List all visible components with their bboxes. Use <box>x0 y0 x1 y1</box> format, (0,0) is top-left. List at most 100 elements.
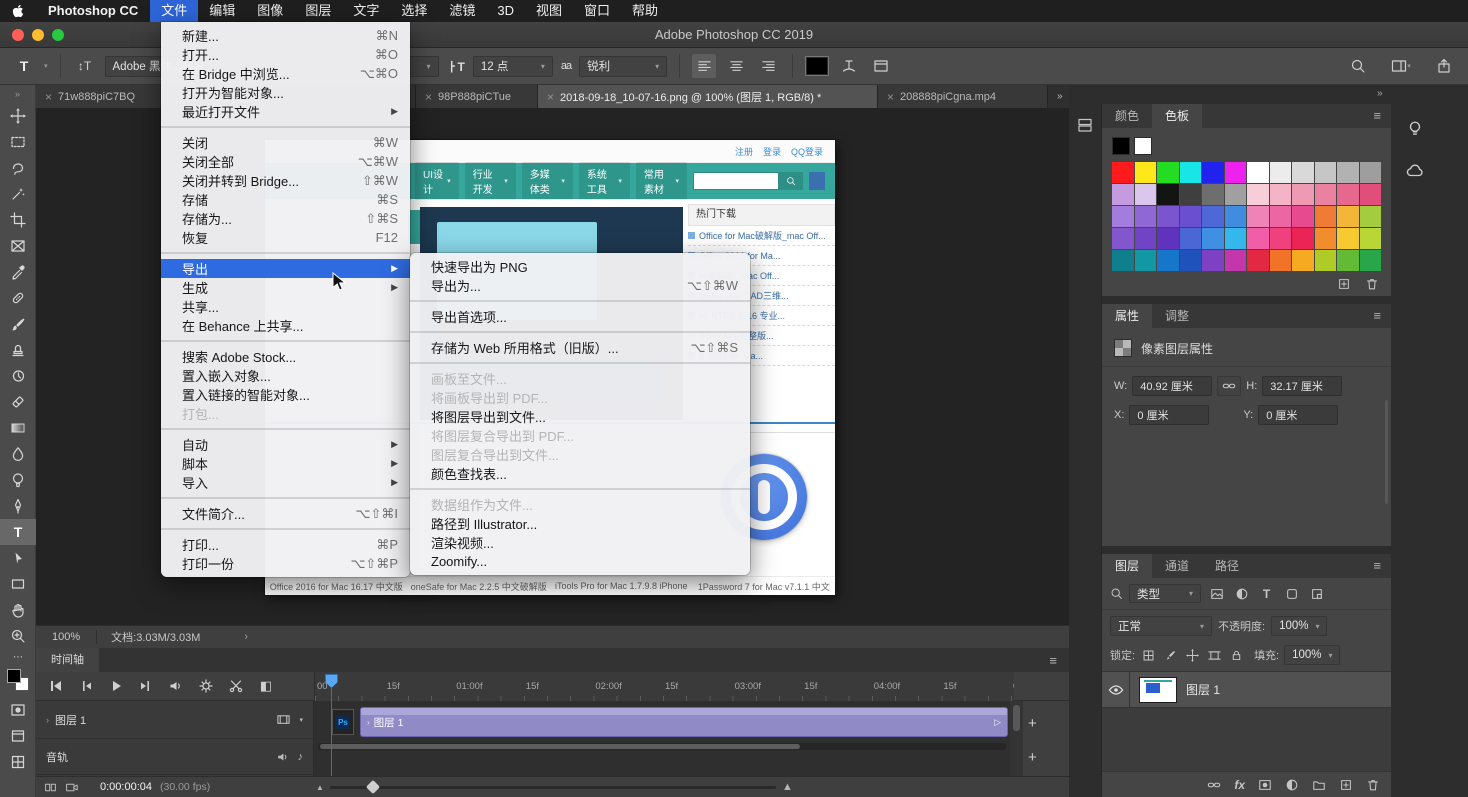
panel-menu-icon[interactable]: ≡ <box>1363 304 1391 328</box>
play-button[interactable] <box>106 676 126 696</box>
menu-item[interactable] <box>410 331 750 333</box>
color-swatch[interactable] <box>1157 162 1179 183</box>
menu-item[interactable] <box>410 488 750 490</box>
new-layer-icon[interactable] <box>1339 778 1353 792</box>
apple-logo-icon[interactable] <box>0 4 36 18</box>
menu-item[interactable]: 打开... ⌘O <box>161 45 410 64</box>
add-audio-button[interactable]: + <box>1028 749 1037 766</box>
menu-item[interactable]: 打印... ⌘P <box>161 535 410 554</box>
color-swatch[interactable] <box>1292 162 1314 183</box>
toggle-panels-button[interactable] <box>869 54 893 78</box>
menu-item[interactable]: 存储为 Web 所用格式（旧版）... ⌥⇧⌘S <box>410 338 750 357</box>
menu-item[interactable]: 打印一份 ⌥⇧⌘P <box>161 554 410 573</box>
zoom-out-thumbnails-icon[interactable]: ▲ <box>316 783 324 792</box>
color-swatch[interactable] <box>1157 206 1179 227</box>
zoom-in-thumbnails-icon[interactable]: ▲ <box>782 781 793 793</box>
menu-item[interactable]: 脚本 ▶ <box>161 454 410 473</box>
edit-toolbar-icon[interactable]: ⋯ <box>0 649 36 665</box>
blur-tool[interactable] <box>0 441 36 467</box>
menu-item[interactable]: 在 Bridge 中浏览... ⌥⌘O <box>161 64 410 83</box>
color-swatch[interactable] <box>1112 184 1134 205</box>
timeline-zoom-slider[interactable] <box>330 786 776 789</box>
go-to-first-frame-button[interactable] <box>46 676 66 696</box>
color-swatch[interactable] <box>1157 184 1179 205</box>
tab-timeline[interactable]: 时间轴 <box>36 648 99 672</box>
warp-text-button[interactable] <box>837 54 861 78</box>
tab-paths[interactable]: 路径 <box>1202 554 1252 578</box>
x-field[interactable]: 0 厘米 <box>1129 405 1209 425</box>
timeline-lanes[interactable]: Ps › 图层 1 ▷ <box>314 701 1010 776</box>
menubar-item[interactable]: 编辑 <box>198 0 246 22</box>
menu-item[interactable]: 恢复 F12 <box>161 228 410 247</box>
menubar-item[interactable]: 3D <box>486 0 525 22</box>
lasso-tool[interactable] <box>0 155 36 181</box>
font-size-select[interactable]: 12 点▾ <box>473 56 553 77</box>
lock-image-pixels-icon[interactable] <box>1162 647 1179 664</box>
y-field[interactable]: 0 厘米 <box>1258 405 1338 425</box>
quick-mask-mode-button[interactable] <box>0 697 36 723</box>
color-swatch[interactable] <box>1247 206 1269 227</box>
menu-item[interactable]: 存储 ⌘S <box>161 190 410 209</box>
color-swatch[interactable] <box>1247 228 1269 249</box>
timeline-ruler[interactable]: 0015f01:00f15f02:00f15f03:00f15f04:00f15… <box>314 672 1014 701</box>
tab-adjustments[interactable]: 调整 <box>1152 304 1202 328</box>
menu-item[interactable]: 导入 ▶ <box>161 473 410 492</box>
color-swatch[interactable] <box>1247 162 1269 183</box>
menu-item[interactable]: 导出 ▶ <box>161 259 410 278</box>
menu-item[interactable]: 导出为... ⌥⇧⌘W <box>410 276 750 295</box>
color-swatch[interactable] <box>1270 162 1292 183</box>
color-swatch[interactable] <box>1337 184 1359 205</box>
zoom-level[interactable]: 100% <box>36 631 96 643</box>
align-center-button[interactable] <box>724 54 748 78</box>
anti-alias-select[interactable]: 锐利▾ <box>579 56 667 77</box>
horizontal-type-tool[interactable]: T <box>0 519 36 545</box>
menubar-item[interactable]: 文字 <box>342 0 390 22</box>
panel-menu-icon[interactable]: ≡ <box>1037 653 1069 668</box>
align-right-button[interactable] <box>756 54 780 78</box>
magic-wand-tool[interactable] <box>0 181 36 207</box>
filter-adjustment-layers-icon[interactable] <box>1232 584 1251 603</box>
frame-animation-icon[interactable] <box>44 781 57 794</box>
menu-item[interactable]: 将图层复合导出到 PDF... <box>410 426 750 445</box>
spot-healing-brush-tool[interactable] <box>0 285 36 311</box>
menu-item[interactable]: 关闭 ⌘W <box>161 133 410 152</box>
color-swatch[interactable] <box>1202 162 1224 183</box>
dodge-tool[interactable] <box>0 467 36 493</box>
learn-lightbulb-icon[interactable] <box>1395 112 1435 146</box>
delete-swatch-trash-icon[interactable] <box>1365 277 1379 291</box>
render-video-icon[interactable] <box>65 781 78 794</box>
color-swatch[interactable] <box>1360 250 1382 271</box>
color-swatch[interactable] <box>1135 184 1157 205</box>
menu-item[interactable]: 生成 ▶ <box>161 278 410 297</box>
lock-all-icon[interactable] <box>1228 647 1245 664</box>
menubar-item[interactable]: 图像 <box>246 0 294 22</box>
menu-item[interactable]: 最近打开文件 ▶ <box>161 102 410 121</box>
add-media-button[interactable]: + <box>1028 715 1037 732</box>
menu-item[interactable] <box>161 252 410 254</box>
recent-color-swatch[interactable] <box>1112 137 1130 155</box>
close-tab-icon[interactable]: × <box>45 90 52 104</box>
frame-tool[interactable] <box>0 233 36 259</box>
pen-tool[interactable] <box>0 493 36 519</box>
filter-type-layers-icon[interactable]: T <box>1257 584 1276 603</box>
color-swatch[interactable] <box>1315 206 1337 227</box>
color-swatch[interactable] <box>1180 162 1202 183</box>
color-swatch[interactable] <box>1157 250 1179 271</box>
menu-item[interactable]: 快速导出为 PNG <box>410 257 750 276</box>
layer-row[interactable]: 图层 1 <box>1102 672 1391 708</box>
eraser-tool[interactable] <box>0 389 36 415</box>
color-swatch[interactable] <box>1135 206 1157 227</box>
clone-stamp-tool[interactable] <box>0 337 36 363</box>
previous-frame-button[interactable] <box>76 676 96 696</box>
menu-item[interactable]: 打开为智能对象... <box>161 83 410 102</box>
color-swatch[interactable] <box>1247 250 1269 271</box>
color-swatch[interactable] <box>1112 228 1134 249</box>
foreground-color-swatch[interactable] <box>7 669 21 683</box>
opacity-select[interactable]: 100%▾ <box>1271 616 1327 636</box>
menu-item[interactable] <box>161 428 410 430</box>
menu-item[interactable]: 共享... <box>161 297 410 316</box>
color-swatch[interactable] <box>1202 206 1224 227</box>
close-window-button[interactable] <box>12 29 24 41</box>
filter-pixel-layers-icon[interactable] <box>1207 584 1226 603</box>
timeline-settings-gear-icon[interactable] <box>196 676 216 696</box>
